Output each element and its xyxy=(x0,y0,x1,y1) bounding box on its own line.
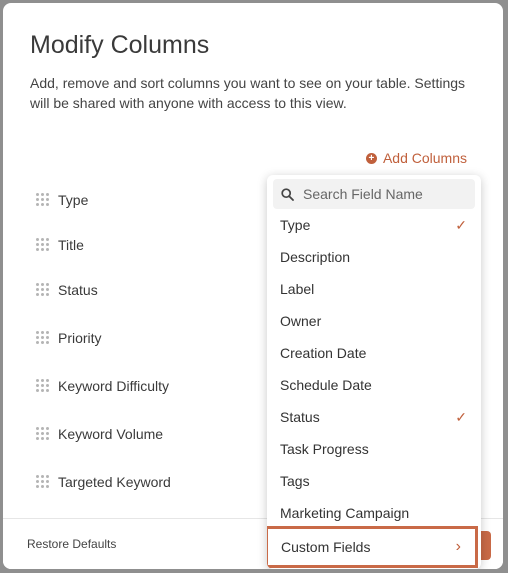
column-label: Targeted Keyword xyxy=(58,474,171,490)
column-row[interactable]: Type xyxy=(36,192,88,208)
field-option-label[interactable]: Label xyxy=(267,273,481,305)
modal-title: Modify Columns xyxy=(30,31,210,59)
field-option-label: Task Progress xyxy=(280,441,369,457)
drag-handle-icon[interactable] xyxy=(36,283,50,297)
drag-handle-icon[interactable] xyxy=(36,379,50,393)
field-option-task-progress[interactable]: Task Progress xyxy=(267,433,481,465)
column-label: Priority xyxy=(58,330,102,346)
plus-circle-icon: + xyxy=(365,152,377,164)
drag-handle-icon[interactable] xyxy=(36,475,50,489)
field-option-label: Label xyxy=(280,281,315,297)
field-option-label: Owner xyxy=(280,313,322,329)
drag-handle-icon[interactable] xyxy=(36,238,50,252)
column-row[interactable]: Keyword Volume xyxy=(36,426,163,442)
column-label: Keyword Volume xyxy=(58,426,164,442)
field-option-tags[interactable]: Tags xyxy=(267,465,481,497)
search-icon xyxy=(281,187,294,201)
column-row[interactable]: Title xyxy=(36,237,84,253)
search-field xyxy=(273,179,475,209)
column-row[interactable]: Priority xyxy=(36,330,102,346)
modify-columns-modal: Modify Columns Add, remove and sort colu… xyxy=(3,3,503,569)
add-columns-button[interactable]: + Add Columns xyxy=(365,150,467,166)
field-option-owner[interactable]: Owner xyxy=(267,305,481,337)
field-option-label: Schedule Date xyxy=(280,377,372,393)
field-option-label: Description xyxy=(280,249,351,265)
column-label: Type xyxy=(58,192,89,208)
modal-description: Add, remove and sort columns you want to… xyxy=(30,75,466,111)
chevron-right-icon: › xyxy=(455,538,461,555)
field-option-label: Tags xyxy=(280,473,310,489)
field-option-description[interactable]: Description xyxy=(267,241,481,273)
drag-handle-icon[interactable] xyxy=(36,331,50,345)
drag-handle-icon[interactable] xyxy=(36,193,50,207)
column-row[interactable]: Keyword Difficulty xyxy=(36,378,169,394)
add-columns-label: Add Columns xyxy=(382,150,467,166)
field-option-creation-date[interactable]: Creation Date xyxy=(267,337,481,369)
column-label: Title xyxy=(58,237,84,253)
field-dropdown: Type ✓ Description Label Owner Creation … xyxy=(267,175,481,569)
search-input[interactable] xyxy=(301,185,465,203)
field-option-schedule-date[interactable]: Schedule Date xyxy=(267,369,481,401)
custom-fields-menu-item[interactable]: Custom Fields › xyxy=(267,526,478,568)
field-option-label: Type xyxy=(280,217,311,233)
checkmark-icon: ✓ xyxy=(455,216,467,233)
column-label: Status xyxy=(58,282,98,298)
checkmark-icon: ✓ xyxy=(455,408,467,425)
column-label: Keyword Difficulty xyxy=(58,378,170,394)
column-row[interactable]: Status xyxy=(36,282,98,298)
custom-fields-label: Custom Fields xyxy=(281,539,371,555)
field-option-label: Status xyxy=(280,409,320,425)
field-option-marketing-campaign[interactable]: Marketing Campaign xyxy=(267,497,481,529)
field-option-label: Marketing Campaign xyxy=(280,505,410,521)
field-option-label: Creation Date xyxy=(280,345,367,361)
field-option-status[interactable]: Status ✓ xyxy=(267,401,481,433)
column-row[interactable]: Targeted Keyword xyxy=(36,474,171,490)
field-option-type[interactable]: Type ✓ xyxy=(267,209,481,241)
restore-defaults-button[interactable]: Restore Defaults xyxy=(27,537,116,551)
drag-handle-icon[interactable] xyxy=(36,427,50,441)
